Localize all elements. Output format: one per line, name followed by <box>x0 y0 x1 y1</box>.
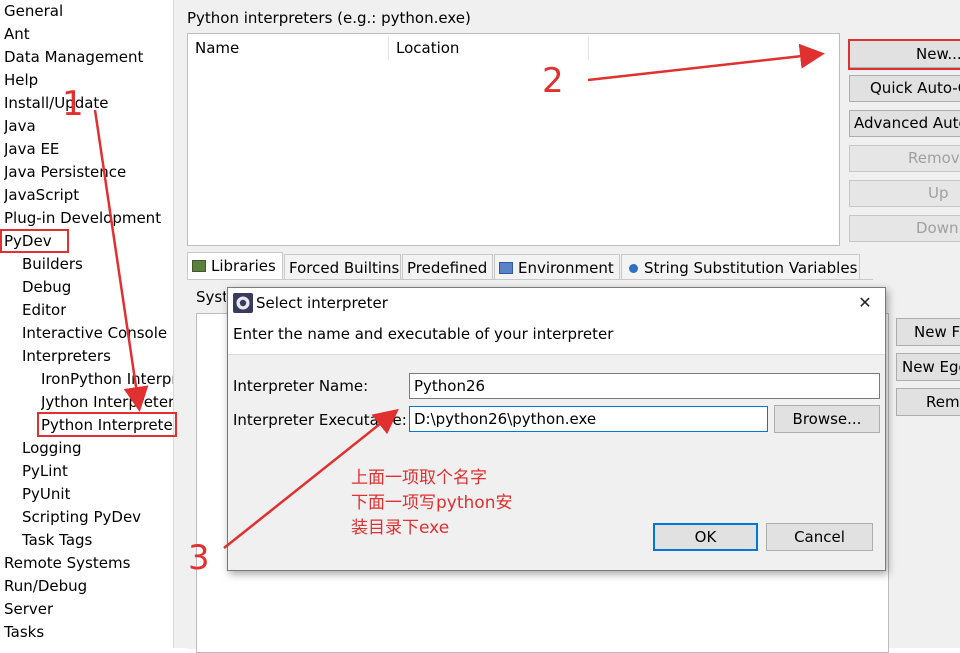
arrow-step-3 <box>223 408 399 549</box>
step-1-number: 1 <box>62 84 84 124</box>
step-2-number: 2 <box>542 61 564 101</box>
arrow-step-2 <box>587 43 825 82</box>
step-3-number: 3 <box>188 538 210 578</box>
arrow-step-1 <box>93 109 149 412</box>
python-interpreter-highlight-box <box>37 412 177 437</box>
new-button-highlight-box <box>848 39 960 70</box>
tutorial-overlay <box>0 39 960 549</box>
pydev-highlight-box <box>0 229 69 253</box>
